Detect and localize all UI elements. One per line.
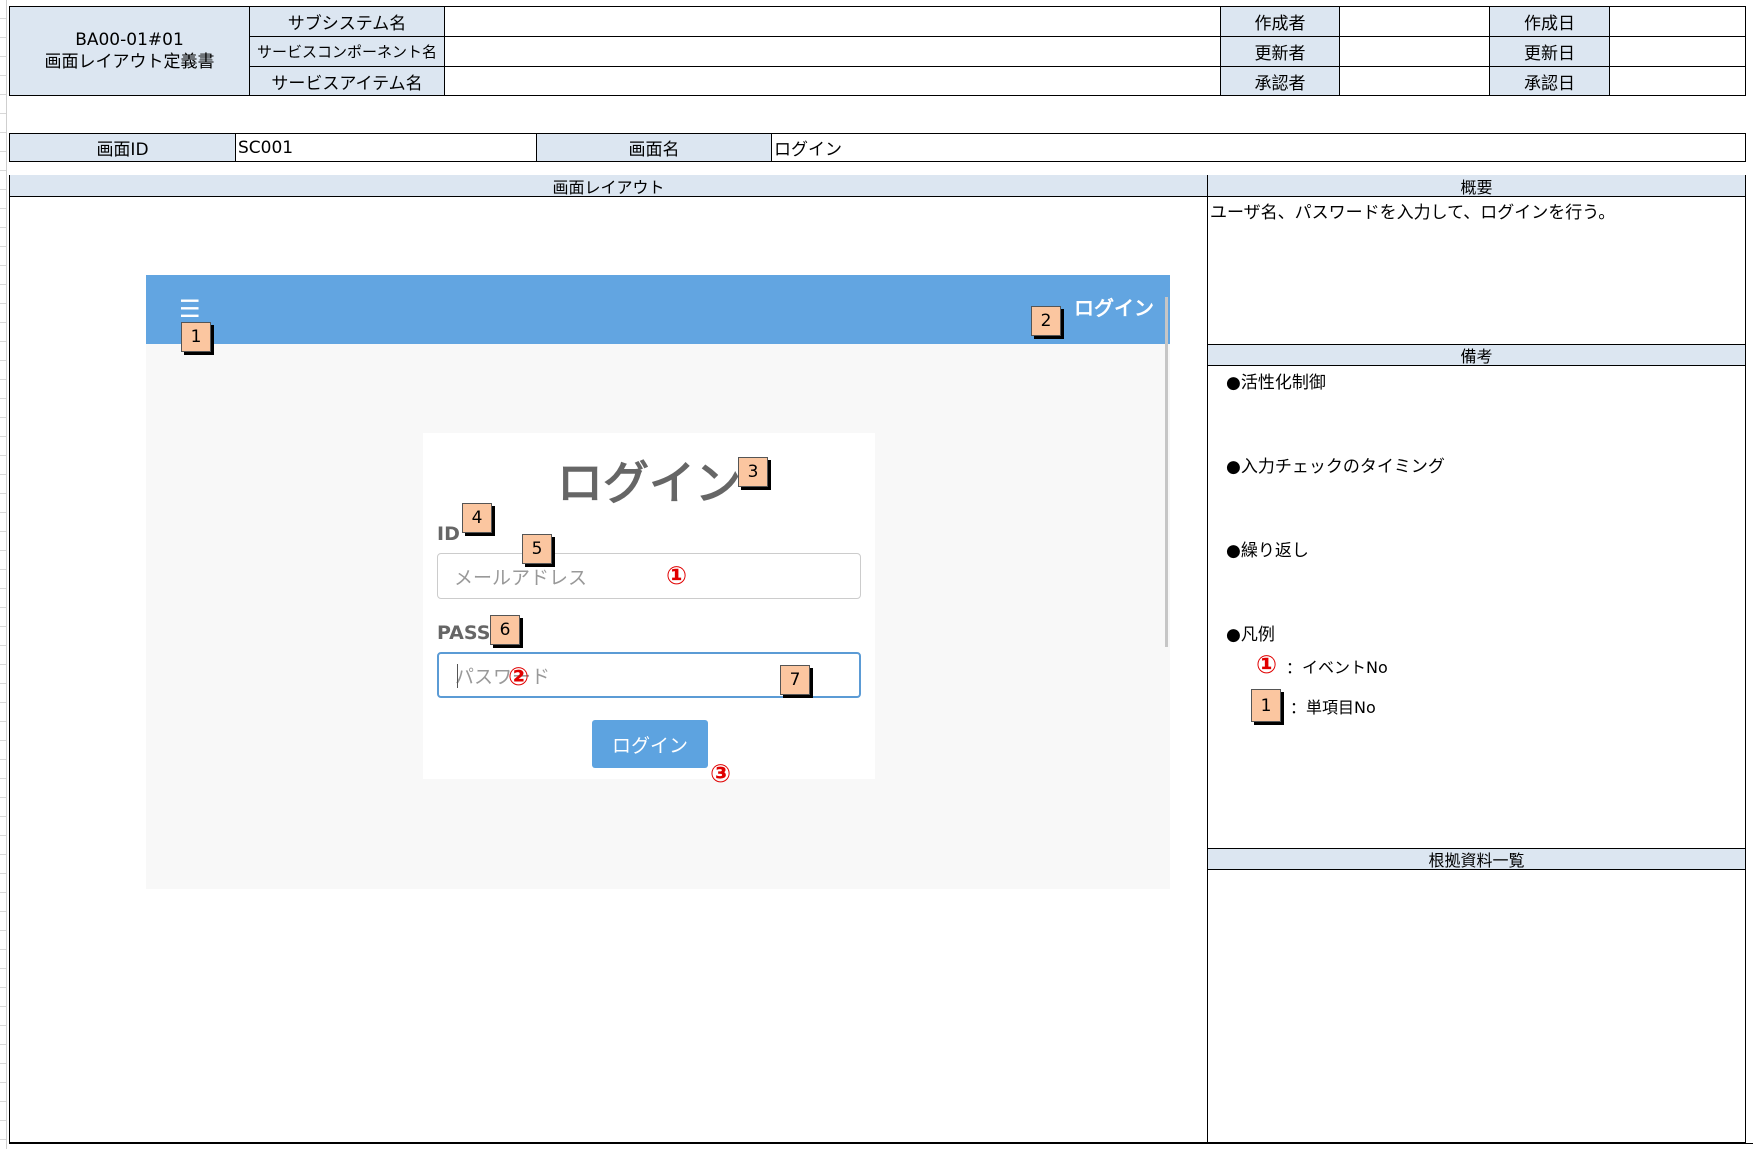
menu-icon[interactable]: ☰ xyxy=(179,297,201,321)
service-item-value[interactable] xyxy=(444,66,1221,96)
screen-name-value[interactable]: ログイン xyxy=(771,133,1746,162)
legend-item-badge: 1 xyxy=(1251,689,1281,722)
screen-id-label: 画面ID xyxy=(9,133,236,162)
approved-date-label: 承認日 xyxy=(1489,66,1610,96)
mockup-scrollbar[interactable] xyxy=(1165,297,1168,647)
item-badge-5: 5 xyxy=(522,534,552,564)
screen-id-value[interactable]: SC001 xyxy=(235,133,537,162)
id-input[interactable]: メールアドレス xyxy=(437,553,861,599)
text-caret xyxy=(457,664,458,688)
updater-value[interactable] xyxy=(1339,36,1490,67)
main-divider xyxy=(1207,175,1208,1143)
doc-id: BA00-01#01 xyxy=(75,30,184,50)
created-date-value[interactable] xyxy=(1609,6,1746,37)
remark-repeat: ●繰り返し xyxy=(1226,541,1309,561)
doc-title-cell: BA00-01#01 画面レイアウト定義書 xyxy=(9,6,250,96)
remark-legend: ●凡例 xyxy=(1226,625,1275,645)
summary-section-title: 概要 xyxy=(1208,175,1745,197)
updater-label: 更新者 xyxy=(1220,36,1340,67)
item-badge-6: 6 xyxy=(490,615,520,645)
remark-input-check: ●入力チェックのタイミング xyxy=(1226,457,1445,477)
id-label: ID xyxy=(437,523,460,545)
screen-mockup: ☰ ログイン ログイン ID メールアドレス PASS パスワード ログイン 1… xyxy=(146,275,1170,889)
doc-title: 画面レイアウト定義書 xyxy=(44,52,215,72)
remark-activation: ●活性化制御 xyxy=(1226,373,1326,393)
event-mark-1: ① xyxy=(666,561,688,590)
updated-date-label: 更新日 xyxy=(1489,36,1610,67)
event-mark-3: ③ xyxy=(710,759,732,788)
remarks-section-title: 備考 xyxy=(1208,344,1745,366)
bottom-border xyxy=(9,1143,1753,1144)
login-button[interactable]: ログイン xyxy=(592,720,708,768)
created-date-label: 作成日 xyxy=(1489,6,1610,37)
references-section-title: 根拠資料一覧 xyxy=(1208,848,1745,870)
header-login-link[interactable]: ログイン xyxy=(1074,292,1154,321)
password-placeholder: パスワード xyxy=(455,665,551,688)
approved-date-value[interactable] xyxy=(1609,66,1746,96)
legend-event-symbol: ① xyxy=(1256,650,1278,679)
app-header-bar: ☰ ログイン xyxy=(146,275,1170,344)
item-badge-2: 2 xyxy=(1031,306,1061,336)
item-badge-1: 1 xyxy=(181,322,211,352)
approver-value[interactable] xyxy=(1339,66,1490,96)
event-mark-2: ② xyxy=(508,662,530,691)
login-card: ログイン ID メールアドレス PASS パスワード ログイン xyxy=(423,433,875,779)
service-component-label: サービスコンポーネント名 xyxy=(249,36,445,67)
service-component-value[interactable] xyxy=(444,36,1221,67)
legend-item-text: ：単項目No xyxy=(1290,698,1376,717)
subsystem-label: サブシステム名 xyxy=(249,6,445,37)
screen-name-label: 画面名 xyxy=(536,133,772,162)
subsystem-value[interactable] xyxy=(444,6,1221,37)
creator-value[interactable] xyxy=(1339,6,1490,37)
item-badge-4: 4 xyxy=(462,503,492,533)
creator-label: 作成者 xyxy=(1220,6,1340,37)
service-item-label: サービスアイテム名 xyxy=(249,66,445,96)
summary-text: ユーザ名、パスワードを入力して、ログインを行う。 xyxy=(1210,203,1616,223)
layout-section-title: 画面レイアウト xyxy=(10,175,1207,197)
pass-label: PASS xyxy=(437,622,491,644)
updated-date-value[interactable] xyxy=(1609,36,1746,67)
item-badge-3: 3 xyxy=(738,457,768,487)
sheet-row-gutter xyxy=(0,0,7,1149)
id-placeholder: メールアドレス xyxy=(454,566,588,589)
legend-event-text: ：イベントNo xyxy=(1286,658,1388,677)
item-badge-7: 7 xyxy=(780,665,810,695)
approver-label: 承認者 xyxy=(1220,66,1340,96)
